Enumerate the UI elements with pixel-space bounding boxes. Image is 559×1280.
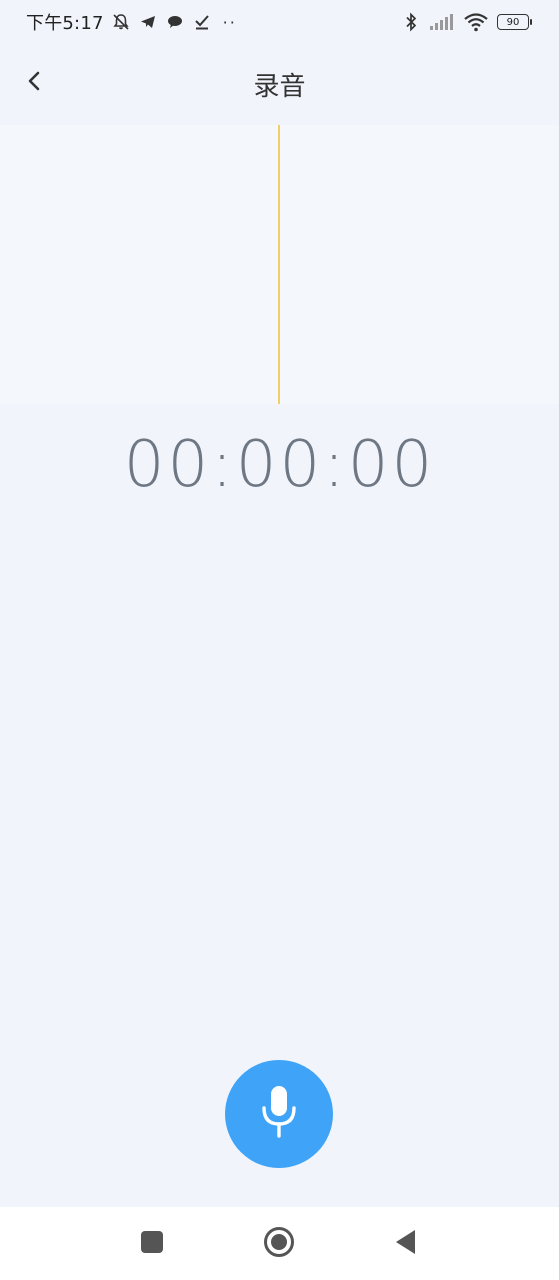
recents-button[interactable] xyxy=(122,1207,182,1280)
playhead-line xyxy=(278,125,280,404)
back-button[interactable] xyxy=(18,66,52,100)
circle-icon xyxy=(263,1226,295,1262)
status-bar-right: 90 xyxy=(401,12,532,32)
wifi-icon xyxy=(463,12,489,32)
triangle-back-icon xyxy=(394,1229,418,1259)
bluetooth-icon xyxy=(401,12,421,32)
status-bar-left: 下午5:17 ·· xyxy=(26,9,237,35)
bell-muted-icon xyxy=(111,12,131,32)
recorder-screen: 下午5:17 ·· 90 录音 00:00:00 xyxy=(0,0,559,1280)
recording-timer: 00:00:00 xyxy=(123,428,436,502)
battery-indicator: 90 xyxy=(497,14,532,30)
home-button[interactable] xyxy=(249,1207,309,1280)
status-time: 下午5:17 xyxy=(26,13,104,34)
record-button[interactable] xyxy=(225,1060,333,1168)
chat-bubble-icon xyxy=(165,12,185,32)
signal-icon xyxy=(429,12,455,32)
chevron-left-icon xyxy=(25,69,45,97)
page-title: 录音 xyxy=(253,72,306,102)
waveform-area xyxy=(0,125,559,404)
app-header: 录音 xyxy=(0,44,559,125)
checkmark-icon xyxy=(192,12,212,32)
more-notifications-dots: ·· xyxy=(222,12,237,32)
microphone-icon xyxy=(257,1082,301,1146)
status-bar: 下午5:17 ·· 90 xyxy=(0,0,559,44)
telegram-icon xyxy=(138,12,158,32)
system-nav-bar xyxy=(0,1207,559,1280)
square-icon xyxy=(140,1230,164,1258)
nav-back-button[interactable] xyxy=(376,1207,436,1280)
